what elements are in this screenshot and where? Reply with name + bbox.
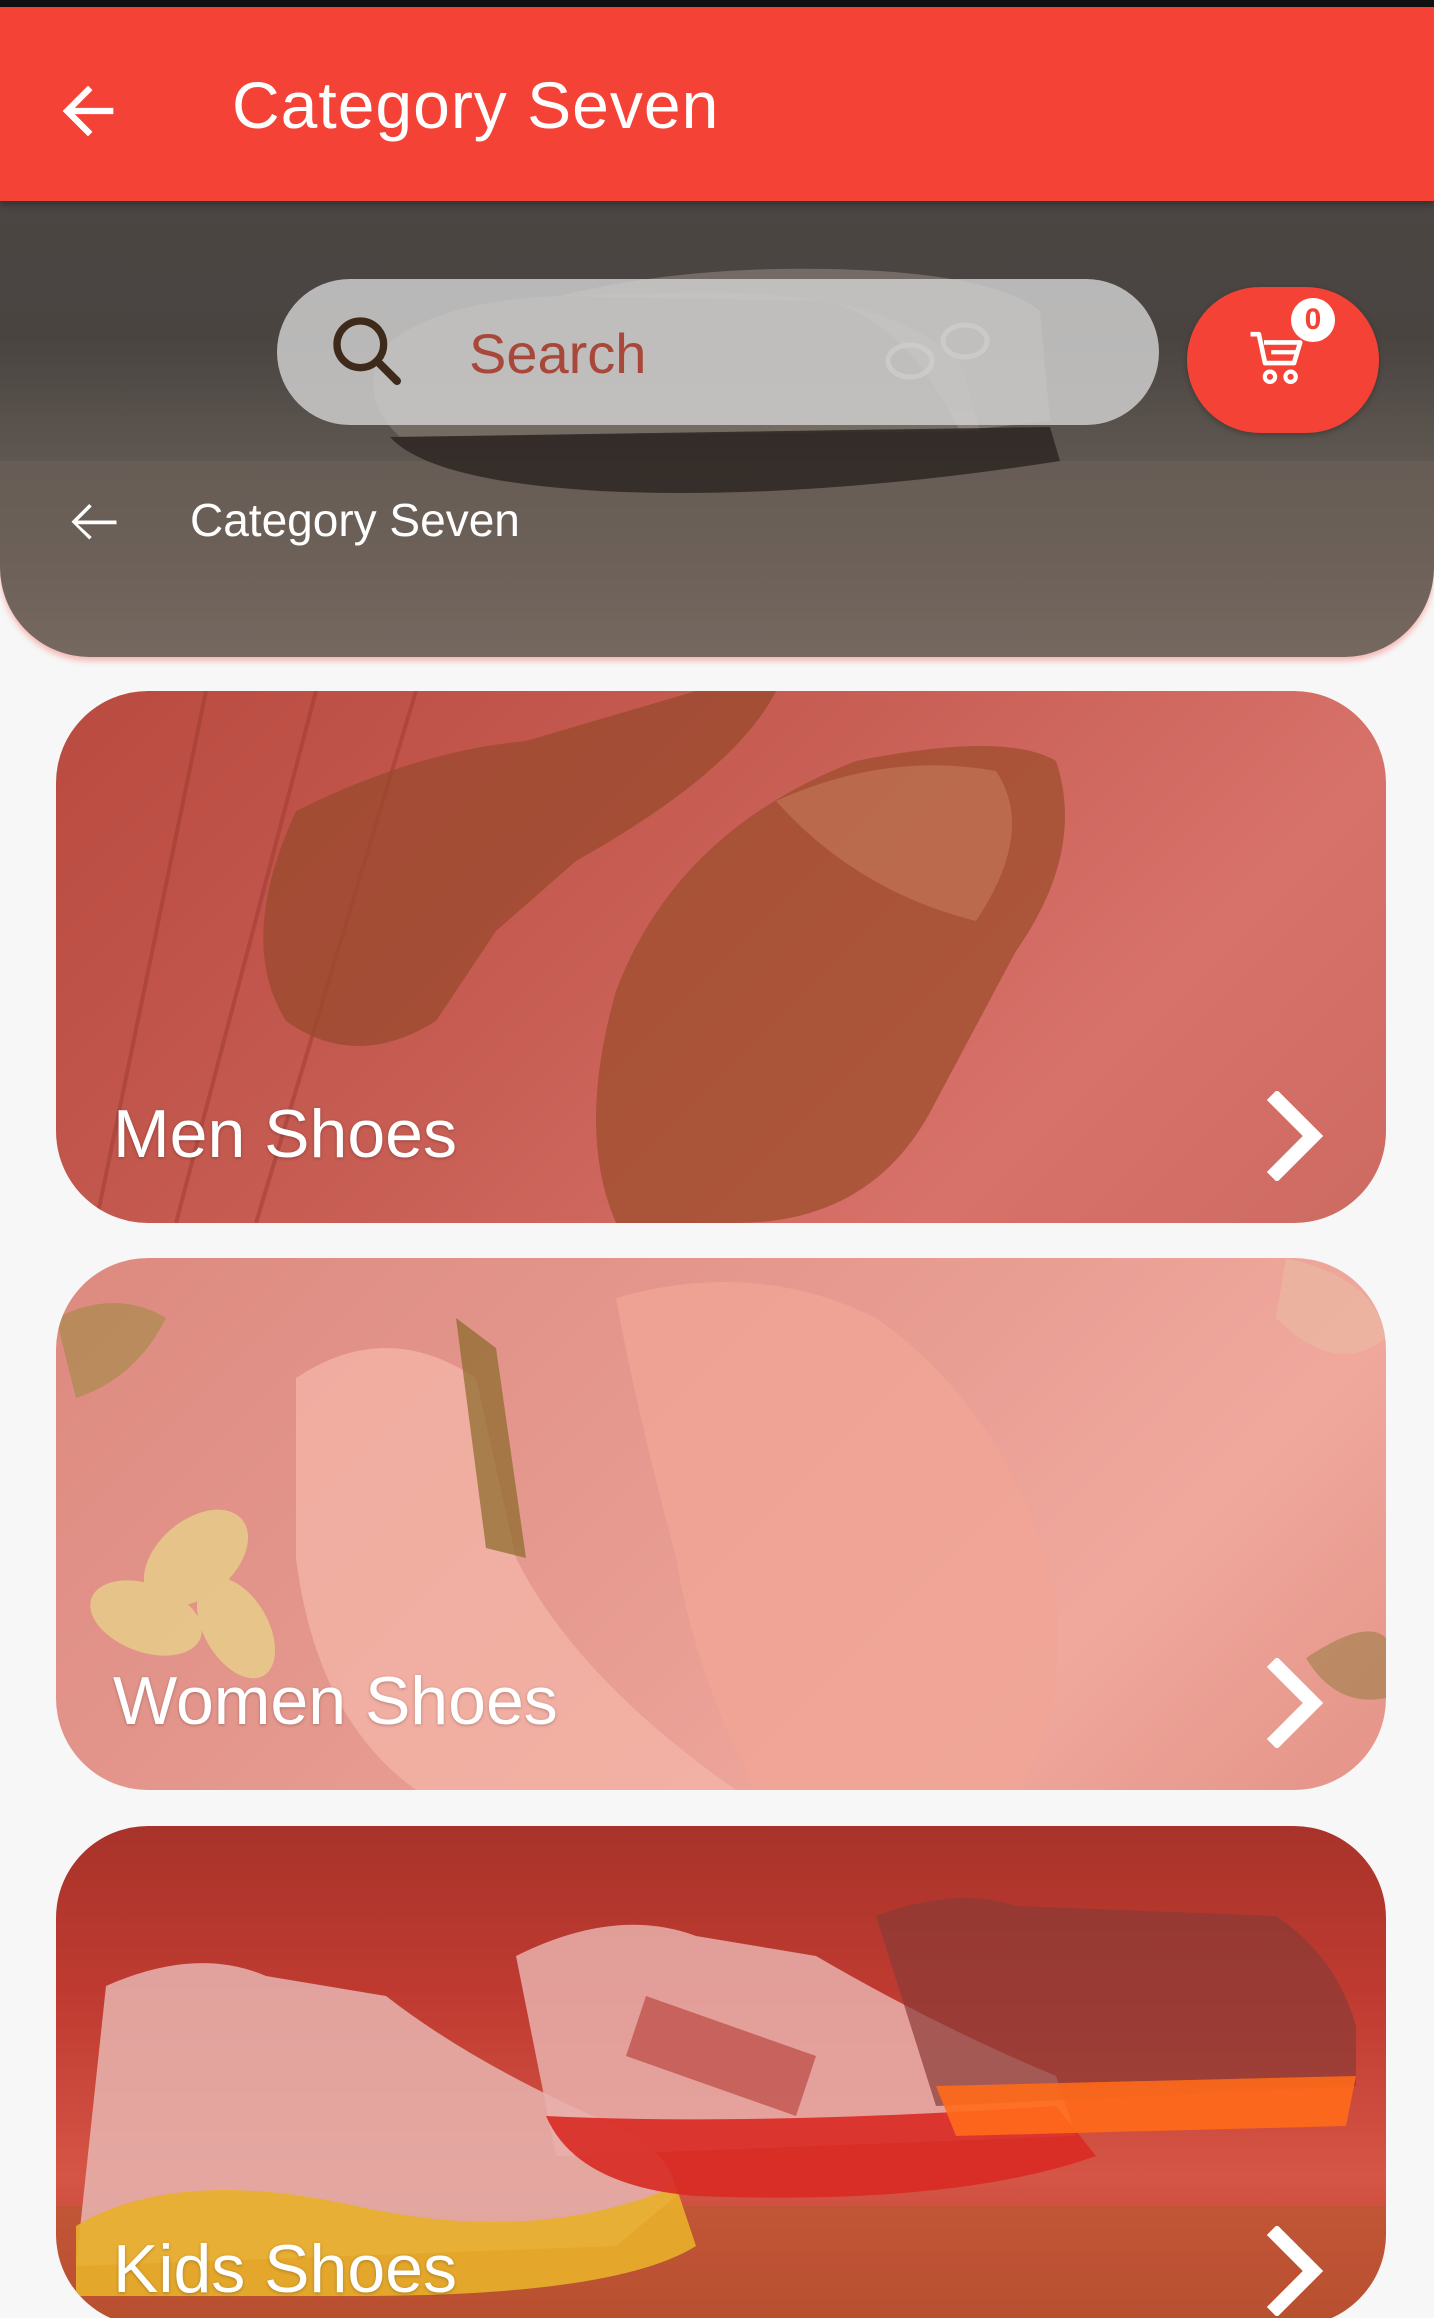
chevron-right-icon bbox=[1266, 2226, 1324, 2316]
search-bar[interactable] bbox=[277, 279, 1159, 425]
category-label: Kids Shoes bbox=[113, 2231, 457, 2307]
category-label: Men Shoes bbox=[113, 1096, 457, 1172]
category-header-banner: Category Seven bbox=[0, 201, 1434, 657]
category-label: Women Shoes bbox=[113, 1663, 558, 1739]
category-card-women-shoes[interactable]: Women Shoes bbox=[56, 1258, 1386, 1790]
breadcrumb-back-icon[interactable] bbox=[64, 493, 124, 553]
shoe-banner-image bbox=[0, 268, 1434, 657]
back-arrow-icon[interactable] bbox=[50, 73, 126, 149]
category-card-men-shoes[interactable]: Men Shoes bbox=[56, 691, 1386, 1223]
search-icon bbox=[333, 317, 401, 385]
search-input[interactable] bbox=[469, 315, 1109, 391]
category-card-kids-shoes[interactable]: Kids Shoes bbox=[56, 1826, 1386, 2318]
app-bar: Category Seven bbox=[0, 7, 1434, 201]
breadcrumb: Category Seven bbox=[190, 494, 520, 546]
cart-count-badge: 0 bbox=[1291, 298, 1335, 342]
page-title: Category Seven bbox=[232, 68, 720, 142]
chevron-right-icon bbox=[1266, 1658, 1324, 1748]
cart-button[interactable]: 0 bbox=[1187, 287, 1379, 433]
status-bar bbox=[0, 0, 1434, 7]
chevron-right-icon bbox=[1266, 1091, 1324, 1181]
